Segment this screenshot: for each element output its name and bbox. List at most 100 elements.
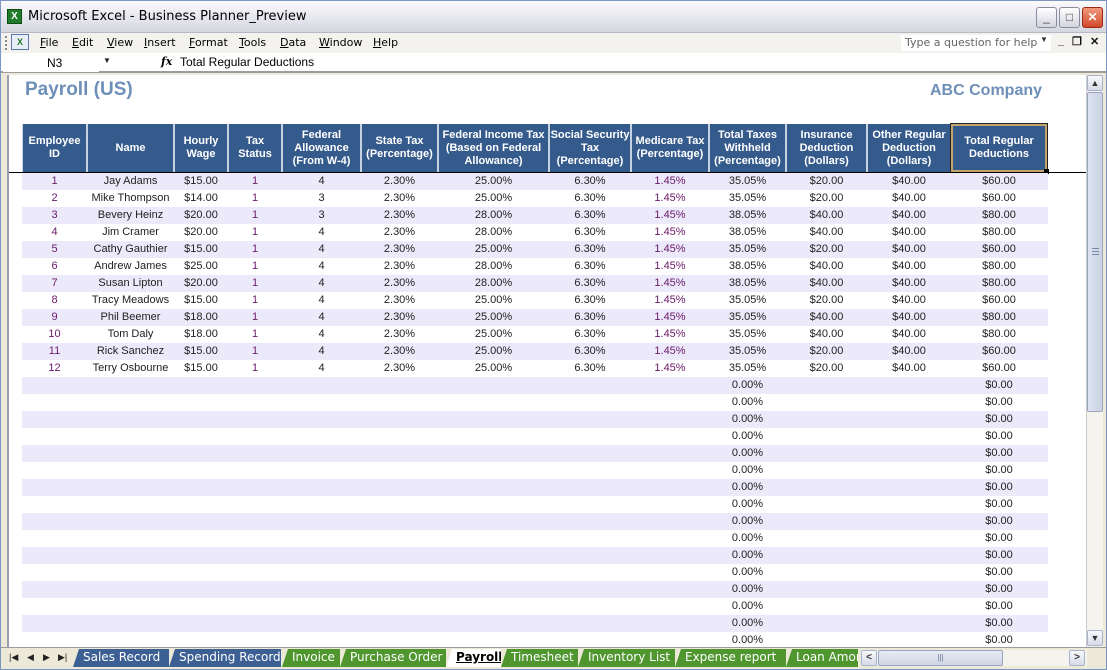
table-cell[interactable]	[228, 411, 282, 428]
table-cell[interactable]: $40.00	[867, 309, 951, 326]
table-cell[interactable]	[174, 632, 228, 647]
table-cell[interactable]: $40.00	[867, 292, 951, 309]
table-cell[interactable]: $40.00	[867, 275, 951, 292]
table-cell[interactable]	[228, 377, 282, 394]
table-cell[interactable]	[631, 513, 709, 530]
table-cell[interactable]	[174, 411, 228, 428]
table-cell[interactable]: $14.00	[174, 190, 228, 207]
table-cell[interactable]	[786, 581, 867, 598]
table-cell[interactable]	[438, 445, 549, 462]
table-cell[interactable]	[549, 564, 631, 581]
table-cell[interactable]	[549, 632, 631, 647]
table-cell[interactable]	[174, 462, 228, 479]
table-cell[interactable]: $40.00	[867, 258, 951, 275]
table-cell[interactable]	[549, 394, 631, 411]
table-cell[interactable]	[228, 513, 282, 530]
table-cell[interactable]	[786, 445, 867, 462]
table-cell[interactable]	[282, 632, 361, 647]
menu-item-data[interactable]: Data	[280, 36, 306, 49]
table-cell[interactable]	[228, 462, 282, 479]
table-cell[interactable]: 3	[282, 190, 361, 207]
sheet-tab-loan-amor[interactable]: Loan Amor	[786, 649, 858, 667]
table-cell[interactable]: $80.00	[951, 275, 1047, 292]
table-cell[interactable]	[22, 428, 87, 445]
prev-sheet-button[interactable]: ◀	[27, 652, 34, 663]
table-cell[interactable]: 6.30%	[549, 292, 631, 309]
table-cell[interactable]: 4	[282, 275, 361, 292]
table-cell[interactable]	[867, 377, 951, 394]
sheet-tab-spending-record[interactable]: Spending Record	[169, 649, 281, 667]
table-cell[interactable]	[867, 615, 951, 632]
table-cell[interactable]: 1.45%	[631, 173, 709, 190]
table-cell[interactable]: $40.00	[867, 224, 951, 241]
table-cell[interactable]: 2	[22, 190, 87, 207]
table-cell[interactable]: $0.00	[951, 411, 1047, 428]
column-header[interactable]: Hourly Wage	[174, 124, 228, 172]
table-cell[interactable]	[87, 530, 174, 547]
table-cell[interactable]: 0.00%	[709, 598, 786, 615]
table-cell[interactable]	[438, 377, 549, 394]
table-cell[interactable]: $20.00	[174, 207, 228, 224]
help-dropdown-icon[interactable]: ▼	[1040, 35, 1048, 44]
table-cell[interactable]: 1	[228, 343, 282, 360]
table-cell[interactable]: $0.00	[951, 547, 1047, 564]
table-cell[interactable]: 2.30%	[361, 343, 438, 360]
table-cell[interactable]	[361, 564, 438, 581]
table-cell[interactable]: $18.00	[174, 309, 228, 326]
table-cell[interactable]	[549, 462, 631, 479]
table-cell[interactable]	[631, 632, 709, 647]
table-cell[interactable]: 6.30%	[549, 326, 631, 343]
table-cell[interactable]: $0.00	[951, 479, 1047, 496]
table-cell[interactable]: 0.00%	[709, 394, 786, 411]
table-cell[interactable]	[867, 564, 951, 581]
table-cell[interactable]	[228, 564, 282, 581]
table-cell[interactable]: $15.00	[174, 343, 228, 360]
sheet-tab-sales-record[interactable]: Sales Record	[73, 649, 169, 667]
table-cell[interactable]	[282, 530, 361, 547]
table-cell[interactable]: $0.00	[951, 615, 1047, 632]
table-cell[interactable]: $0.00	[951, 462, 1047, 479]
table-cell[interactable]: 4	[282, 292, 361, 309]
table-cell[interactable]: 8	[22, 292, 87, 309]
table-cell[interactable]: 2.30%	[361, 258, 438, 275]
table-cell[interactable]	[87, 615, 174, 632]
table-cell[interactable]	[786, 564, 867, 581]
table-cell[interactable]: 2.30%	[361, 207, 438, 224]
table-cell[interactable]: $18.00	[174, 326, 228, 343]
table-cell[interactable]: 1	[228, 360, 282, 377]
table-cell[interactable]: Phil Beemer	[87, 309, 174, 326]
table-cell[interactable]	[282, 615, 361, 632]
table-cell[interactable]: 6.30%	[549, 241, 631, 258]
table-cell[interactable]	[228, 428, 282, 445]
table-cell[interactable]	[549, 377, 631, 394]
first-sheet-button[interactable]: |◀	[9, 652, 18, 663]
table-cell[interactable]	[867, 513, 951, 530]
table-cell[interactable]	[438, 598, 549, 615]
table-cell[interactable]: 1	[228, 224, 282, 241]
sheet-tab-timesheet[interactable]: Timesheet	[501, 649, 578, 667]
table-cell[interactable]: 4	[22, 224, 87, 241]
table-cell[interactable]	[786, 615, 867, 632]
table-cell[interactable]: $15.00	[174, 292, 228, 309]
workbook-close-button[interactable]: ✕	[1090, 35, 1099, 48]
table-cell[interactable]: $40.00	[867, 173, 951, 190]
table-cell[interactable]	[174, 581, 228, 598]
table-cell[interactable]	[631, 411, 709, 428]
table-cell[interactable]: 4	[282, 360, 361, 377]
table-cell[interactable]	[174, 598, 228, 615]
table-cell[interactable]	[438, 564, 549, 581]
table-cell[interactable]: 1.45%	[631, 224, 709, 241]
table-cell[interactable]: 25.00%	[438, 326, 549, 343]
table-cell[interactable]	[867, 598, 951, 615]
close-button[interactable]: ✕	[1082, 7, 1103, 28]
table-cell[interactable]: 38.05%	[709, 275, 786, 292]
table-cell[interactable]: 35.05%	[709, 360, 786, 377]
table-cell[interactable]	[631, 564, 709, 581]
workbook-icon[interactable]: X	[11, 34, 29, 50]
table-cell[interactable]	[438, 547, 549, 564]
table-cell[interactable]	[228, 632, 282, 647]
table-cell[interactable]: 28.00%	[438, 258, 549, 275]
table-cell[interactable]	[438, 615, 549, 632]
table-cell[interactable]: 6.30%	[549, 343, 631, 360]
scroll-right-button[interactable]: >	[1069, 650, 1085, 666]
